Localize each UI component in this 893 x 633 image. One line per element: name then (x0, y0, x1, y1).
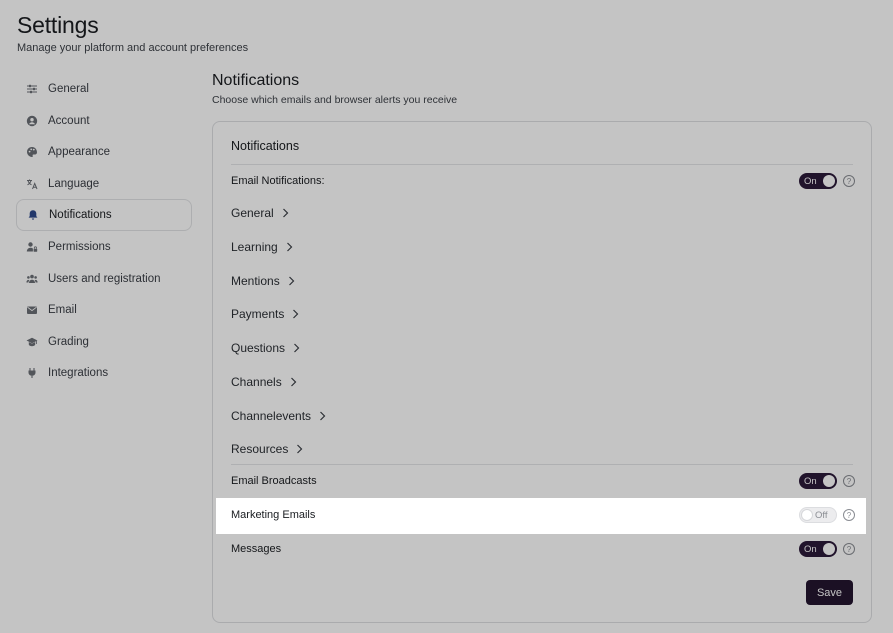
sidebar-item-label: Integrations (48, 367, 109, 380)
user-circle-icon (26, 115, 38, 127)
email-notifications-toggle[interactable]: On (799, 173, 837, 189)
sidebar-item-label: Appearance (48, 146, 111, 159)
row-controls: Off ? (799, 507, 855, 523)
category-label: Channelevents (231, 409, 312, 423)
sidebar-item-label: Users and registration (48, 272, 161, 285)
palette-icon (26, 146, 38, 158)
help-icon[interactable]: ? (843, 175, 855, 187)
toggle-knob (823, 475, 835, 487)
chevron-right-icon (319, 411, 327, 421)
toggle-knob (801, 509, 813, 521)
toggle-state: Off (815, 509, 828, 521)
category-label: Questions (231, 341, 286, 355)
marketing-emails-toggle[interactable]: Off (799, 507, 837, 523)
toggle-state: On (804, 475, 817, 487)
row-controls: On ? (799, 473, 855, 489)
settings-sidebar: General Account Appearance Language Noti… (16, 73, 192, 389)
page-subtitle: Manage your platform and account prefere… (17, 42, 249, 54)
email-broadcasts-row: Email Broadcasts On ? (231, 471, 855, 491)
marketing-emails-row: Marketing Emails Off ? (231, 505, 855, 525)
divider (231, 164, 853, 165)
bell-icon (27, 209, 39, 221)
category-label: Mentions (231, 274, 280, 288)
sidebar-item-label: Language (48, 177, 100, 190)
category-questions[interactable]: Questions (231, 338, 301, 358)
sidebar-item-label: Permissions (48, 241, 111, 254)
toggle-knob (823, 175, 835, 187)
sidebar-item-label: General (48, 83, 89, 95)
category-label: Resources (231, 442, 289, 456)
category-channels[interactable]: Channels (231, 372, 298, 392)
sidebar-item-account[interactable]: Account (16, 105, 192, 137)
email-notifications-label: Email Notifications: (231, 175, 325, 187)
email-broadcasts-toggle[interactable]: On (799, 473, 837, 489)
sidebar-item-label: Grading (48, 335, 89, 348)
chevron-right-icon (292, 309, 300, 319)
row-controls: On ? (799, 173, 855, 189)
section-subtitle: Choose which emails and browser alerts y… (212, 94, 458, 106)
graduation-cap-icon (26, 336, 38, 348)
section-title: Notifications (212, 72, 300, 89)
notifications-card: Notifications Email Notifications: On ? … (212, 121, 872, 623)
divider (231, 464, 853, 465)
email-broadcasts-label: Email Broadcasts (231, 475, 317, 487)
category-label: General (231, 206, 274, 220)
sidebar-item-integrations[interactable]: Integrations (16, 357, 192, 389)
toggle-state: On (804, 175, 817, 187)
category-label: Channels (231, 375, 282, 389)
sidebar-item-permissions[interactable]: Permissions (16, 231, 192, 263)
chevron-right-icon (282, 208, 290, 218)
toggle-knob (823, 543, 835, 555)
category-general[interactable]: General (231, 203, 290, 223)
help-icon[interactable]: ? (843, 475, 855, 487)
users-icon (26, 273, 38, 285)
messages-toggle[interactable]: On (799, 541, 837, 557)
card-title: Notifications (231, 139, 300, 153)
row-controls: On ? (799, 541, 855, 557)
marketing-emails-label: Marketing Emails (231, 509, 316, 521)
sidebar-item-appearance[interactable]: Appearance (16, 136, 192, 168)
category-label: Learning (231, 240, 278, 254)
category-mentions[interactable]: Mentions (231, 271, 296, 291)
messages-row: Messages On ? (231, 539, 855, 559)
sidebar-item-email[interactable]: Email (16, 294, 192, 326)
help-icon[interactable]: ? (843, 509, 855, 521)
sidebar-item-users-and-registration[interactable]: Users and registration (16, 263, 192, 295)
sidebar-item-label: Email (48, 304, 77, 317)
category-payments[interactable]: Payments (231, 304, 300, 324)
category-learning[interactable]: Learning (231, 237, 294, 257)
chevron-right-icon (286, 242, 294, 252)
page-title: Settings (17, 12, 99, 38)
sliders-icon (26, 83, 38, 95)
sidebar-item-grading[interactable]: Grading (16, 326, 192, 358)
translate-icon (26, 178, 38, 190)
help-icon[interactable]: ? (843, 543, 855, 555)
chevron-right-icon (293, 343, 301, 353)
save-button[interactable]: Save (806, 580, 853, 605)
category-channelevents[interactable]: Channelevents (231, 406, 327, 426)
chevron-right-icon (288, 276, 296, 286)
email-notifications-row: Email Notifications: On ? (231, 171, 855, 191)
toggle-state: On (804, 543, 817, 555)
chevron-right-icon (290, 377, 298, 387)
sidebar-item-general[interactable]: General (16, 73, 192, 105)
messages-label: Messages (231, 543, 282, 555)
user-lock-icon (26, 241, 38, 253)
overlay-shade-left (0, 498, 216, 534)
sidebar-item-label: Account (48, 114, 90, 127)
chevron-right-icon (296, 444, 304, 454)
sidebar-item-label: Notifications (49, 209, 112, 222)
category-label: Payments (231, 307, 285, 321)
plug-icon (26, 367, 38, 379)
envelope-icon (26, 304, 38, 316)
category-resources[interactable]: Resources (231, 439, 304, 459)
sidebar-item-notifications[interactable]: Notifications (16, 199, 192, 232)
sidebar-item-language[interactable]: Language (16, 168, 192, 200)
settings-page: Settings Manage your platform and accoun… (0, 0, 893, 633)
